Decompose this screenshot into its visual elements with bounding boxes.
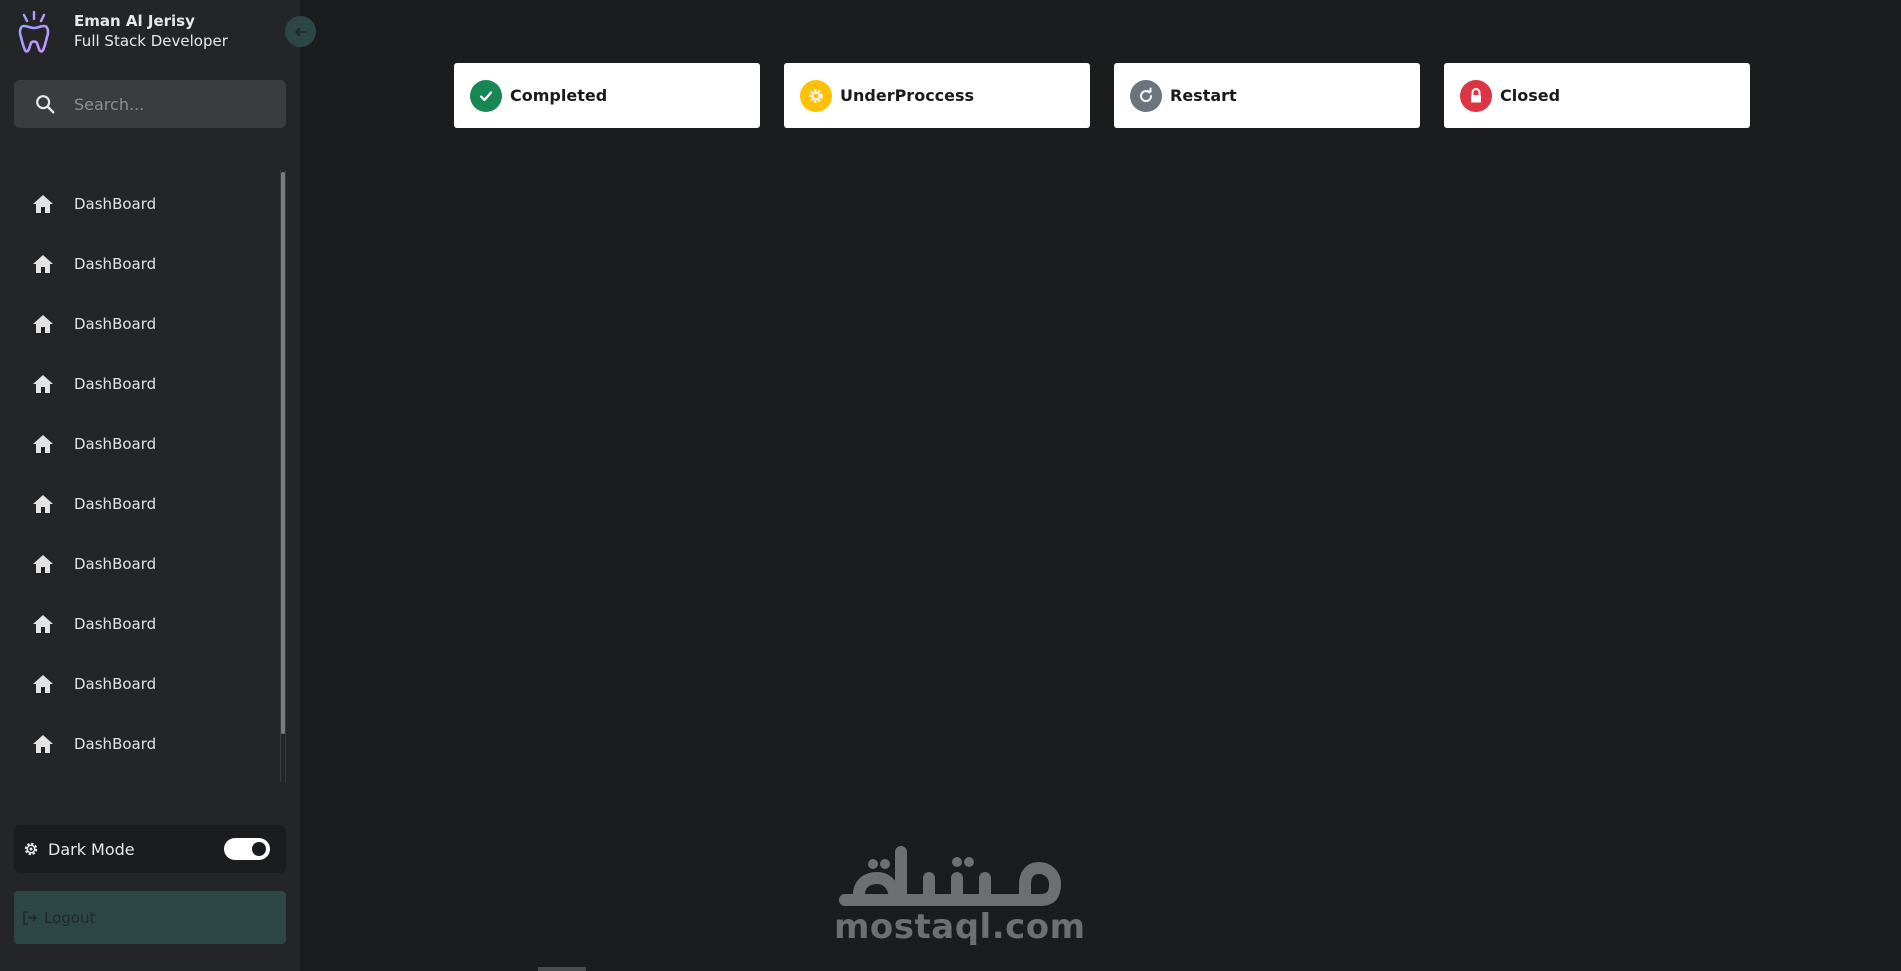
home-icon xyxy=(33,255,53,273)
sidebar-item-label: DashBoard xyxy=(74,255,157,273)
sidebar-item-label: DashBoard xyxy=(74,735,157,753)
logout-button[interactable]: Logout xyxy=(14,891,286,944)
status-card-label: UnderProccess xyxy=(840,86,975,105)
profile-name: Eman Al Jerisy xyxy=(74,12,195,30)
status-card-label: Closed xyxy=(1500,86,1561,105)
search-input[interactable] xyxy=(74,94,274,114)
sidebar-scrollbar-thumb[interactable] xyxy=(281,172,285,734)
closed-badge xyxy=(1460,79,1492,112)
status-card-label: Completed xyxy=(510,86,608,105)
arrow-left-icon xyxy=(294,26,306,37)
sidebar-item-dashboard[interactable]: DashBoard xyxy=(14,174,274,234)
refresh-icon xyxy=(1140,87,1153,102)
bottom-handle xyxy=(538,967,586,971)
search-icon xyxy=(36,95,55,114)
status-card-closed[interactable]: Closed xyxy=(1444,63,1750,128)
sidebar-item-label: DashBoard xyxy=(74,435,157,453)
sidebar: Eman Al Jerisy Full Stack Developer Dash… xyxy=(0,0,300,971)
home-icon xyxy=(33,555,53,573)
dark-mode-label: Dark Mode xyxy=(48,839,135,859)
home-icon xyxy=(33,315,53,333)
toggle-knob xyxy=(252,842,266,856)
sidebar-item-dashboard[interactable]: DashBoard xyxy=(14,354,274,414)
check-icon xyxy=(479,90,493,101)
home-icon xyxy=(33,495,53,513)
status-card-underprocess[interactable]: UnderProccess xyxy=(784,63,1090,128)
status-cards: Completed UnderProccess Restart Closed xyxy=(454,63,1750,128)
logout-icon xyxy=(23,910,38,925)
sidebar-item-dashboard[interactable]: DashBoard xyxy=(14,714,274,774)
sidebar-item-label: DashBoard xyxy=(74,195,157,213)
home-icon xyxy=(33,735,53,753)
status-card-label: Restart xyxy=(1170,86,1237,105)
home-icon xyxy=(33,675,53,693)
sidebar-item-label: DashBoard xyxy=(74,555,157,573)
sidebar-item-label: DashBoard xyxy=(74,375,157,393)
sidebar-item-dashboard[interactable]: DashBoard xyxy=(14,654,274,714)
collapse-sidebar-button[interactable] xyxy=(285,16,316,47)
sidebar-item-label: DashBoard xyxy=(74,495,157,513)
sidebar-nav: DashBoard DashBoard DashBoard DashBoard … xyxy=(14,174,274,774)
profile: Eman Al Jerisy Full Stack Developer xyxy=(16,10,228,54)
sidebar-item-dashboard[interactable]: DashBoard xyxy=(14,234,274,294)
watermark: mostaql.com xyxy=(834,842,1086,947)
sidebar-item-dashboard[interactable]: DashBoard xyxy=(14,294,274,354)
home-icon xyxy=(33,375,53,393)
cog-icon xyxy=(809,88,823,103)
home-icon xyxy=(33,435,53,453)
status-card-completed[interactable]: Completed xyxy=(454,63,760,128)
tooth-logo-icon xyxy=(18,10,50,53)
underprocess-badge xyxy=(800,79,832,112)
mostaql-arabic-logo xyxy=(839,846,1061,906)
sidebar-item-dashboard[interactable]: DashBoard xyxy=(14,414,274,474)
sidebar-item-dashboard[interactable]: DashBoard xyxy=(14,534,274,594)
sidebar-item-label: DashBoard xyxy=(74,615,157,633)
logout-label: Logout xyxy=(44,908,96,927)
lock-icon xyxy=(1471,87,1481,102)
search-bar xyxy=(14,80,286,128)
completed-badge xyxy=(470,79,502,112)
status-card-restart[interactable]: Restart xyxy=(1114,63,1420,128)
sidebar-item-label: DashBoard xyxy=(74,675,157,693)
gear-icon xyxy=(24,842,38,856)
dark-mode-row: Dark Mode xyxy=(14,825,286,873)
sidebar-item-dashboard[interactable]: DashBoard xyxy=(14,594,274,654)
profile-role: Full Stack Developer xyxy=(74,32,228,50)
dark-mode-toggle[interactable] xyxy=(224,838,270,860)
home-icon xyxy=(33,615,53,633)
home-icon xyxy=(33,195,53,213)
app: Eman Al Jerisy Full Stack Developer Dash… xyxy=(0,0,1901,971)
watermark-text: mostaql.com xyxy=(834,907,1086,947)
sidebar-item-label: DashBoard xyxy=(74,315,157,333)
sidebar-item-dashboard[interactable]: DashBoard xyxy=(14,474,274,534)
restart-badge xyxy=(1130,79,1162,112)
profile-text: Eman Al Jerisy Full Stack Developer xyxy=(74,11,228,52)
